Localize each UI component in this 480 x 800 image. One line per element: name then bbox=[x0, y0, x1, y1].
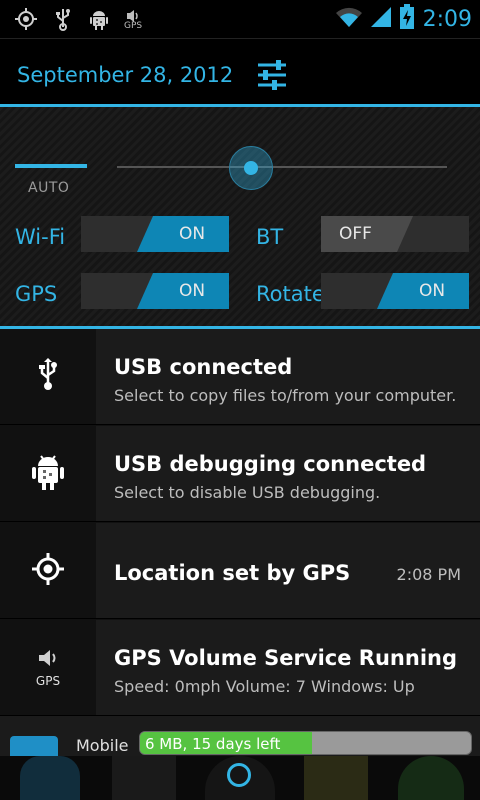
gps-volume-label: GPS bbox=[124, 21, 143, 31]
android-debug-icon bbox=[86, 6, 112, 32]
auto-brightness-toggle[interactable] bbox=[15, 164, 87, 168]
ghost-whatsapp-icon bbox=[398, 756, 464, 800]
notification-icon-cell: GPS bbox=[0, 620, 96, 715]
quick-settings-panel: AUTO Wi-Fi ON BT OFF GPS ON Rotate ON bbox=[0, 107, 480, 328]
notification-title: Location set by GPS bbox=[114, 561, 351, 585]
wifi-toggle[interactable]: ON bbox=[81, 216, 229, 252]
brightness-slider-thumb[interactable] bbox=[229, 146, 273, 190]
usb-icon bbox=[50, 6, 76, 32]
ghost-phone-icon bbox=[20, 756, 80, 800]
notification-icon-cell bbox=[0, 426, 96, 521]
notification-location-gps[interactable]: Location set by GPS 2:08 PM bbox=[0, 523, 480, 619]
status-bar: GPS 2:09 bbox=[0, 0, 480, 38]
notification-usb-debugging[interactable]: USB debugging connected Select to disabl… bbox=[0, 426, 480, 522]
ghost-messaging-icon bbox=[304, 756, 368, 800]
bt-toggle-label: BT bbox=[256, 225, 284, 249]
notification-subtitle: Select to disable USB debugging. bbox=[114, 483, 381, 502]
rotate-toggle-label: Rotate bbox=[256, 282, 325, 306]
gps-target-icon bbox=[13, 6, 39, 32]
bt-toggle[interactable]: OFF bbox=[321, 216, 469, 252]
data-usage-bar: 6 MB, 15 days left bbox=[139, 731, 472, 755]
notification-icon-cell bbox=[0, 329, 96, 424]
battery-charging-icon bbox=[399, 4, 415, 34]
ghost-app-icon bbox=[112, 756, 176, 800]
bt-toggle-state: OFF bbox=[339, 224, 372, 244]
notification-time: 2:08 PM bbox=[396, 565, 461, 584]
notification-gps-volume[interactable]: GPS GPS Volume Service Running Speed: 0m… bbox=[0, 620, 480, 716]
gps-volume-icon-label: GPS bbox=[35, 673, 61, 688]
notification-title: GPS Volume Service Running bbox=[114, 646, 457, 670]
rotate-toggle-state: ON bbox=[419, 281, 446, 301]
notification-mobile-data[interactable]: Mobile 6 MB, 15 days left bbox=[0, 716, 480, 756]
brightness-slider[interactable] bbox=[117, 166, 447, 168]
notification-usb-connected[interactable]: USB connected Select to copy files to/fr… bbox=[0, 329, 480, 425]
status-clock: 2:09 bbox=[422, 6, 472, 32]
gps-toggle[interactable]: ON bbox=[81, 273, 229, 309]
data-usage-text: 6 MB, 15 days left bbox=[145, 735, 281, 753]
notification-icon-cell bbox=[0, 523, 96, 618]
gps-toggle-state: ON bbox=[179, 281, 206, 301]
gps-target-icon bbox=[31, 552, 65, 590]
android-debug-icon bbox=[31, 452, 65, 496]
notification-title: USB connected bbox=[114, 355, 293, 379]
auto-brightness-label: AUTO bbox=[28, 180, 70, 196]
mobile-label: Mobile bbox=[76, 736, 129, 755]
notification-subtitle: Select to copy files to/from your comput… bbox=[114, 386, 457, 405]
wifi-icon bbox=[335, 5, 363, 33]
usb-icon bbox=[36, 357, 60, 396]
notification-header: September 28, 2012 bbox=[0, 38, 480, 106]
handle-circle-icon[interactable] bbox=[227, 763, 251, 787]
mobile-data-icon bbox=[10, 736, 58, 756]
gps-volume-icon bbox=[35, 648, 61, 672]
notification-subtitle: Speed: 0mph Volume: 7 Windows: Up bbox=[114, 677, 415, 696]
notification-title: USB debugging connected bbox=[114, 452, 427, 476]
rotate-toggle[interactable]: ON bbox=[321, 273, 469, 309]
wifi-toggle-state: ON bbox=[179, 224, 206, 244]
date-label: September 28, 2012 bbox=[17, 63, 234, 87]
signal-icon bbox=[369, 5, 393, 33]
settings-sliders-icon[interactable] bbox=[254, 59, 290, 91]
gps-toggle-label: GPS bbox=[15, 282, 58, 306]
wifi-toggle-label: Wi-Fi bbox=[15, 225, 66, 249]
